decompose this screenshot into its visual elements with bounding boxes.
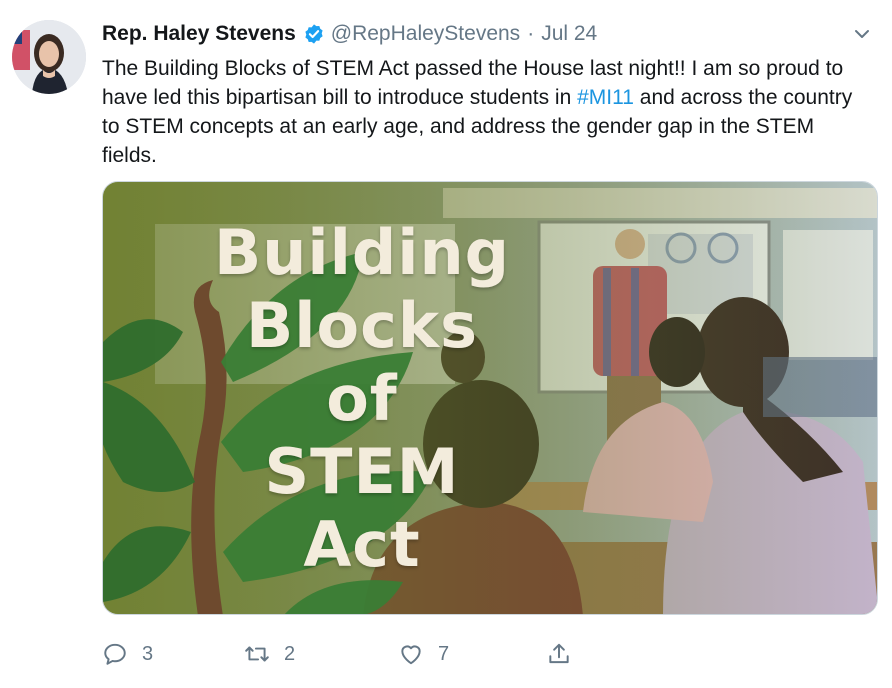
reply-count: 3: [142, 642, 154, 665]
share-button[interactable]: [546, 636, 586, 672]
share-icon: [549, 643, 569, 664]
tweet-header: Rep. Haley Stevens @RepHaleyStevens · Ju…: [102, 18, 872, 50]
chevron-down-icon[interactable]: [852, 24, 872, 44]
tweet-text: The Building Blocks of STEM Act passed t…: [102, 54, 872, 170]
reply-button[interactable]: 3: [102, 636, 153, 672]
author-handle[interactable]: @RepHaleyStevens: [331, 22, 520, 46]
like-icon: [401, 645, 421, 665]
media-title-overlay: Building Blocks of STEM Act: [103, 216, 621, 581]
tweet-date[interactable]: Jul 24: [541, 22, 597, 46]
avatar-image: [12, 20, 86, 94]
like-count: 7: [438, 642, 450, 665]
retweet-icon: [245, 646, 269, 662]
overlay-line: STEM: [264, 435, 460, 508]
overlay-line: Act: [303, 508, 421, 581]
avatar[interactable]: [12, 20, 86, 94]
retweet-count: 2: [284, 642, 296, 665]
author-name[interactable]: Rep. Haley Stevens: [102, 22, 296, 46]
overlay-line: of: [326, 362, 398, 435]
overlay-line: Building: [213, 216, 511, 289]
like-button[interactable]: 7: [398, 636, 449, 672]
tweet-actions: 3 2 7: [102, 636, 622, 672]
reply-icon: [104, 643, 126, 665]
header-separator: ·: [527, 22, 535, 45]
hashtag-link[interactable]: #MI11: [577, 86, 634, 109]
tweet-media-image[interactable]: Building Blocks of STEM Act: [102, 181, 878, 615]
overlay-line: Blocks: [246, 289, 478, 362]
retweet-button[interactable]: 2: [244, 636, 295, 672]
verified-badge-icon: [305, 24, 323, 44]
